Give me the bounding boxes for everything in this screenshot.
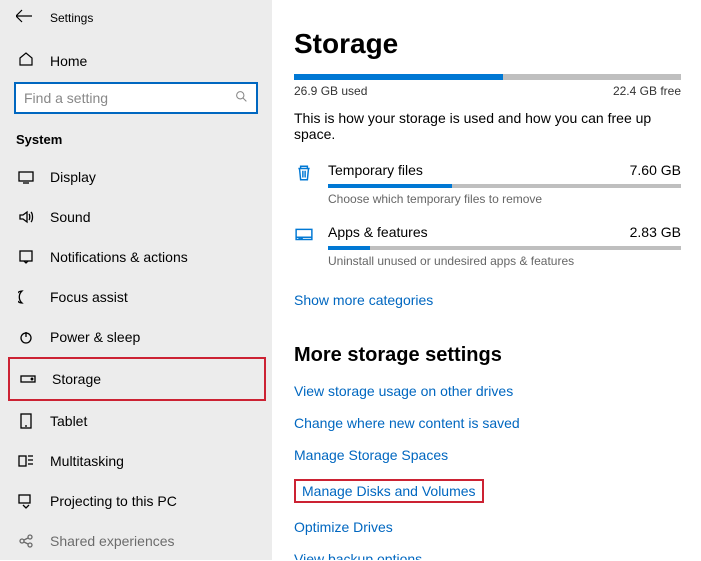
category-size: 7.60 GB (630, 162, 681, 178)
category-apps[interactable]: Apps & features 2.83 GB Uninstall unused… (294, 224, 681, 268)
sidebar-item-label: Tablet (50, 413, 87, 429)
main-content: Storage 26.9 GB used 22.4 GB free This i… (272, 0, 701, 560)
highlight-disks-volumes: Manage Disks and Volumes (294, 479, 484, 503)
link-change-location[interactable]: Change where new content is saved (294, 415, 520, 431)
sidebar-item-projecting[interactable]: Projecting to this PC (0, 481, 272, 521)
category-name: Temporary files (328, 162, 423, 178)
show-more-link[interactable]: Show more categories (294, 292, 433, 308)
tablet-icon (18, 413, 34, 429)
page-title: Storage (294, 28, 681, 60)
category-name: Apps & features (328, 224, 428, 240)
sound-icon (18, 209, 34, 225)
sidebar-item-label: Storage (52, 371, 101, 387)
home-icon (18, 51, 34, 70)
highlight-storage: Storage (8, 357, 266, 401)
link-other-drives[interactable]: View storage usage on other drives (294, 383, 513, 399)
storage-bar-labels: 26.9 GB used 22.4 GB free (294, 84, 681, 98)
storage-icon (20, 371, 36, 387)
multitasking-icon (18, 453, 34, 469)
notifications-icon (18, 249, 34, 265)
link-backup[interactable]: View backup options (294, 551, 422, 560)
home-button[interactable]: Home (0, 41, 272, 80)
display-icon (18, 169, 34, 185)
sidebar-item-display[interactable]: Display (0, 157, 272, 197)
sidebar-item-sound[interactable]: Sound (0, 197, 272, 237)
category-temp-files[interactable]: Temporary files 7.60 GB Choose which tem… (294, 162, 681, 206)
sidebar-item-label: Shared experiences (50, 533, 175, 549)
search-icon (235, 90, 248, 106)
window-title: Settings (50, 11, 93, 25)
storage-bar-fill (294, 74, 503, 80)
sidebar-item-label: Projecting to this PC (50, 493, 177, 509)
sidebar-item-power[interactable]: Power & sleep (0, 317, 272, 357)
more-settings-links: View storage usage on other drives Chang… (294, 383, 681, 560)
sidebar-item-multitasking[interactable]: Multitasking (0, 441, 272, 481)
storage-used: 26.9 GB used (294, 84, 367, 98)
link-disks-volumes[interactable]: Manage Disks and Volumes (302, 483, 476, 499)
more-settings-title: More storage settings (294, 344, 681, 367)
focus-icon (18, 289, 34, 305)
sidebar: Settings Home System Display Sound Notif… (0, 0, 272, 560)
category-hint: Uninstall unused or undesired apps & fea… (328, 254, 681, 268)
search-input[interactable] (24, 90, 235, 106)
sidebar-item-label: Sound (50, 209, 90, 225)
projecting-icon (18, 493, 34, 509)
section-label: System (0, 114, 272, 157)
trash-icon (294, 162, 314, 206)
sidebar-item-tablet[interactable]: Tablet (0, 401, 272, 441)
storage-free: 22.4 GB free (613, 84, 681, 98)
search-box[interactable] (14, 82, 258, 114)
sidebar-item-label: Multitasking (50, 453, 124, 469)
power-icon (18, 329, 34, 345)
sidebar-item-label: Power & sleep (50, 329, 140, 345)
back-button[interactable] (16, 8, 32, 27)
sidebar-item-label: Focus assist (50, 289, 128, 305)
link-storage-spaces[interactable]: Manage Storage Spaces (294, 447, 448, 463)
sidebar-item-label: Notifications & actions (50, 249, 188, 265)
titlebar: Settings (0, 0, 272, 35)
storage-desc: This is how your storage is used and how… (294, 110, 681, 142)
shared-icon (18, 533, 34, 549)
link-optimize[interactable]: Optimize Drives (294, 519, 393, 535)
sidebar-item-storage[interactable]: Storage (10, 359, 264, 399)
sidebar-item-notifications[interactable]: Notifications & actions (0, 237, 272, 277)
sidebar-item-shared[interactable]: Shared experiences (0, 521, 272, 561)
category-size: 2.83 GB (630, 224, 681, 240)
category-hint: Choose which temporary files to remove (328, 192, 681, 206)
storage-bar (294, 74, 681, 80)
search-container (0, 82, 272, 114)
apps-icon (294, 224, 314, 268)
sidebar-item-label: Display (50, 169, 96, 185)
sidebar-item-focus[interactable]: Focus assist (0, 277, 272, 317)
home-label: Home (50, 53, 87, 69)
